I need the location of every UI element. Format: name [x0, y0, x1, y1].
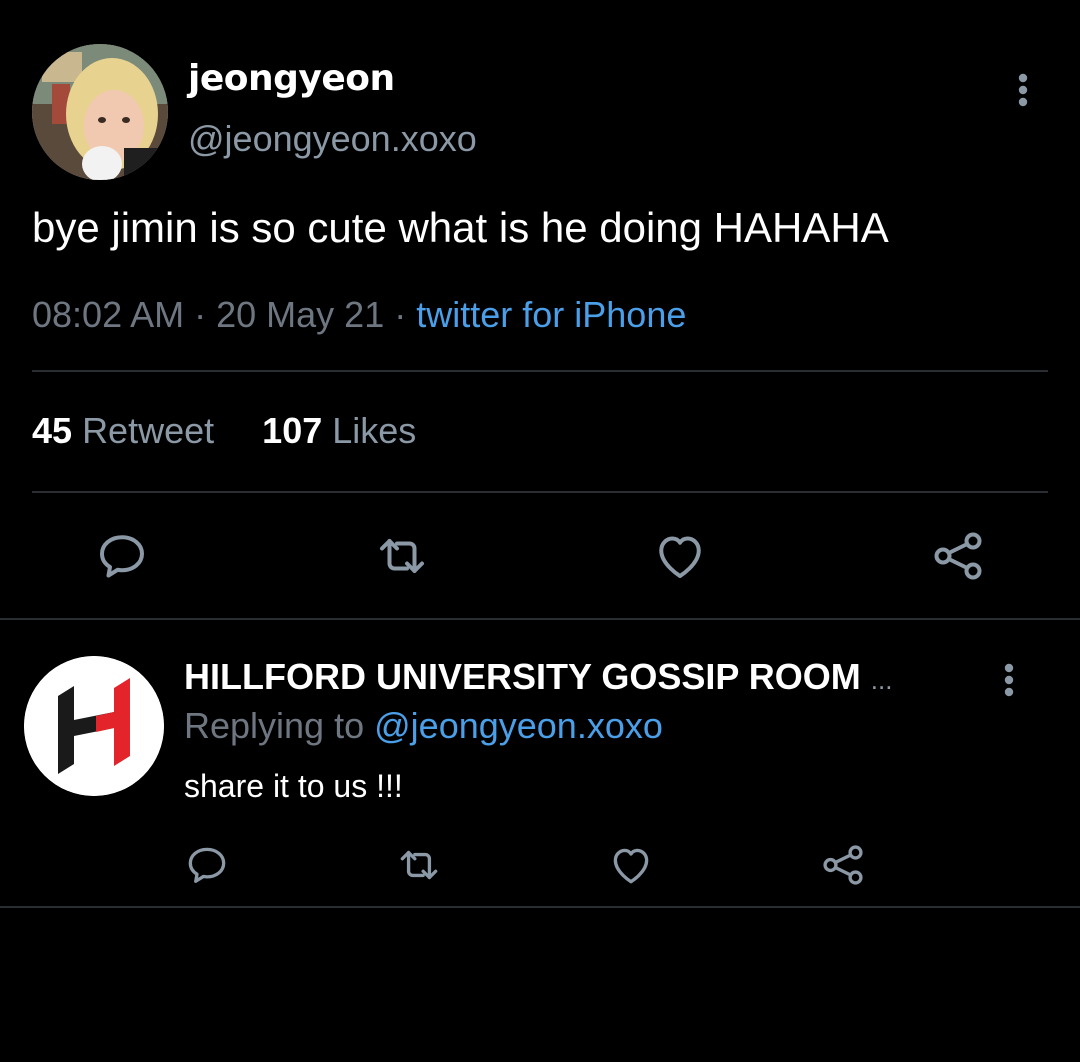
tweet-stats: 45 Retweet 107 Likes — [32, 410, 416, 452]
meta-separator: · — [194, 294, 217, 335]
divider — [32, 491, 1048, 493]
replying-prefix: Replying to — [184, 705, 365, 746]
reply-name-text: HILLFORD UNIVERSITY GOSSIP ROOM — [184, 656, 861, 697]
tweet-text: bye jimin is so cute what is he doing HA… — [32, 204, 889, 251]
reply-text: share it to us !!! — [184, 768, 403, 804]
more-options-icon[interactable] — [994, 660, 1024, 700]
heart-icon[interactable] — [650, 526, 710, 586]
retweets-count: 45 — [32, 410, 73, 451]
more-options-icon[interactable] — [1008, 70, 1038, 110]
retweets-label: Retweet — [82, 410, 215, 451]
display-name[interactable]: jeongyeon — [188, 58, 395, 99]
tweet-time: 08:02 AM — [32, 294, 185, 335]
share-icon[interactable] — [818, 840, 868, 890]
replying-to: Replying to @jeongyeon.xoxo — [184, 705, 663, 747]
comment-icon[interactable] — [92, 526, 152, 586]
section-divider — [0, 906, 1080, 908]
likes-stat[interactable]: 107 Likes — [262, 410, 416, 451]
replying-mention-link[interactable]: @jeongyeon.xoxo — [374, 705, 663, 746]
hillford-logo-icon — [24, 656, 164, 796]
heart-icon[interactable] — [606, 840, 656, 890]
tweet-meta: 08:02 AM · 20 May 21 · twitter for iPhon… — [32, 294, 686, 336]
tweet-source-link[interactable]: twitter for iPhone — [416, 294, 686, 335]
reply-avatar[interactable] — [24, 656, 164, 796]
likes-label: Likes — [332, 410, 417, 451]
share-icon[interactable] — [928, 526, 988, 586]
meta-separator: · — [394, 294, 417, 335]
retweet-icon[interactable] — [372, 526, 432, 586]
user-handle[interactable]: @jeongyeon.xoxo — [188, 118, 477, 160]
comment-icon[interactable] — [182, 840, 232, 890]
retweets-stat[interactable]: 45 Retweet — [32, 410, 214, 451]
divider — [32, 370, 1048, 372]
avatar[interactable] — [32, 44, 168, 180]
tweet-date: 20 May 21 — [216, 294, 385, 335]
likes-count: 107 — [262, 410, 323, 451]
retweet-icon[interactable] — [394, 840, 444, 890]
reply-display-name[interactable]: HILLFORD UNIVERSITY GOSSIP ROOM ... — [184, 656, 892, 698]
avatar-photo — [32, 44, 168, 180]
section-divider — [0, 618, 1080, 620]
name-ellipsis: ... — [870, 665, 893, 695]
